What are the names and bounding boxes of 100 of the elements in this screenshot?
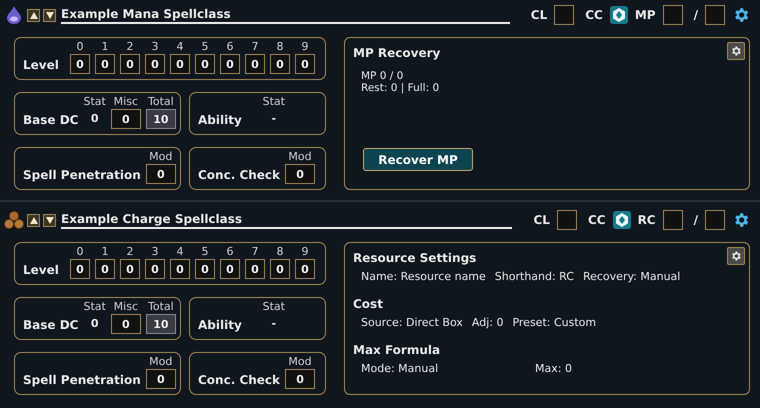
column-header: 0 bbox=[76, 40, 84, 53]
resource-current-field[interactable] bbox=[662, 5, 683, 25]
level-field[interactable]: 0 bbox=[295, 259, 315, 279]
setting-text: Name: Resource name bbox=[361, 270, 486, 283]
recover-button[interactable]: Recover MP bbox=[363, 148, 473, 171]
group-title: Max Formula bbox=[353, 343, 440, 357]
card-label: Level bbox=[23, 263, 59, 279]
column-header: Stat bbox=[262, 300, 285, 313]
level-field[interactable]: 0 bbox=[145, 259, 165, 279]
resource-current-field[interactable] bbox=[662, 210, 683, 230]
card-label: Base DC bbox=[23, 318, 78, 334]
column-header: 8 bbox=[276, 40, 284, 53]
cl-field[interactable] bbox=[556, 210, 577, 230]
card-label: Spell Penetration bbox=[23, 168, 141, 184]
level-field[interactable]: 0 bbox=[270, 54, 290, 74]
column-header: Misc bbox=[114, 95, 138, 108]
move-up-button[interactable] bbox=[27, 214, 40, 226]
stat-value: 0 bbox=[90, 316, 100, 332]
column-header: 6 bbox=[226, 40, 234, 53]
card-label: Base DC bbox=[23, 113, 78, 129]
card-label: Spell Penetration bbox=[23, 373, 141, 389]
mod-field[interactable]: 0 bbox=[146, 164, 176, 184]
column-header: 6 bbox=[226, 245, 234, 258]
cc-label: CC bbox=[585, 8, 603, 22]
group-title: Cost bbox=[353, 297, 383, 311]
card-label: Ability bbox=[198, 318, 242, 334]
level-field[interactable]: 0 bbox=[170, 259, 190, 279]
column-header: Mod bbox=[288, 355, 312, 368]
move-up-button[interactable] bbox=[27, 8, 40, 22]
column-header: 0 bbox=[76, 245, 84, 258]
column-header: 3 bbox=[152, 40, 158, 53]
level-field[interactable]: 0 bbox=[120, 54, 140, 74]
level-field[interactable]: 0 bbox=[220, 54, 240, 74]
column-header: Total bbox=[148, 300, 174, 313]
class-title[interactable]: Example Mana Spellclass bbox=[61, 6, 510, 24]
total-field[interactable]: 10 bbox=[146, 109, 176, 129]
column-header: Total bbox=[148, 95, 174, 108]
level-field[interactable]: 0 bbox=[220, 259, 240, 279]
down-triangle-icon[interactable] bbox=[46, 12, 54, 18]
level-field[interactable]: 0 bbox=[70, 259, 90, 279]
column-header: Stat bbox=[83, 95, 106, 108]
level-field[interactable]: 0 bbox=[120, 259, 140, 279]
column-header: Stat bbox=[83, 300, 106, 313]
setting-text: Shorthand: RC bbox=[494, 270, 574, 283]
level-field[interactable]: 0 bbox=[195, 54, 215, 74]
level-field[interactable]: 0 bbox=[95, 54, 115, 74]
settings-icon bbox=[730, 250, 742, 262]
drop-icon bbox=[4, 5, 24, 25]
level-field[interactable]: 0 bbox=[195, 259, 215, 279]
resource-max-field[interactable] bbox=[705, 5, 725, 25]
column-header: 4 bbox=[176, 245, 184, 258]
cl-label: CL bbox=[530, 8, 548, 22]
setting-text: Adj: 0 bbox=[472, 316, 504, 329]
level-field[interactable]: 0 bbox=[295, 54, 315, 74]
column-header: Mod bbox=[288, 150, 312, 163]
card-label: Ability bbox=[198, 113, 242, 129]
level-field[interactable]: 0 bbox=[245, 259, 265, 279]
mod-field[interactable]: 0 bbox=[285, 164, 316, 184]
column-header: Mod bbox=[149, 150, 172, 163]
setting-text: Preset: Custom bbox=[512, 316, 596, 329]
cl-field[interactable] bbox=[554, 5, 574, 25]
misc-field[interactable]: 0 bbox=[110, 109, 141, 129]
mod-field[interactable]: 0 bbox=[146, 369, 176, 389]
column-header: 7 bbox=[252, 40, 258, 53]
class-title[interactable]: Example Charge Spellclass bbox=[61, 212, 512, 228]
settings-button[interactable] bbox=[727, 247, 745, 265]
column-header: 3 bbox=[152, 245, 158, 258]
group-title: Resource Settings bbox=[353, 251, 476, 265]
level-field[interactable]: 0 bbox=[270, 259, 290, 279]
settings-button[interactable] bbox=[727, 42, 745, 60]
coins-icon bbox=[4, 210, 24, 230]
card-label: Conc. Check bbox=[198, 373, 280, 389]
setting-text: Source: Direct Box bbox=[361, 316, 463, 329]
level-field[interactable]: 0 bbox=[95, 259, 115, 279]
down-triangle-icon[interactable] bbox=[46, 216, 54, 224]
resource-max-field[interactable] bbox=[705, 210, 725, 230]
column-header: 7 bbox=[252, 245, 258, 258]
up-triangle-icon[interactable] bbox=[30, 12, 38, 18]
level-field[interactable]: 0 bbox=[70, 54, 90, 74]
mod-field[interactable]: 0 bbox=[285, 369, 316, 389]
cl-label: CL bbox=[533, 213, 550, 227]
card-label: Conc. Check bbox=[198, 168, 280, 184]
level-field[interactable]: 0 bbox=[145, 54, 165, 74]
misc-field[interactable]: 0 bbox=[110, 314, 141, 334]
cc-label: CC bbox=[588, 213, 606, 227]
move-down-button[interactable] bbox=[43, 214, 56, 226]
setting-text: Max: 0 bbox=[535, 362, 572, 375]
level-field[interactable]: 0 bbox=[245, 54, 265, 74]
total-field[interactable]: 10 bbox=[146, 314, 176, 334]
panel-title: MP Recovery bbox=[353, 46, 440, 60]
column-header: 1 bbox=[102, 40, 108, 53]
stat-value: 0 bbox=[90, 111, 100, 127]
move-down-button[interactable] bbox=[43, 8, 56, 22]
setting-text: Mode: Manual bbox=[361, 362, 440, 375]
column-header: 9 bbox=[302, 245, 308, 258]
stat-value: - bbox=[270, 316, 278, 332]
level-field[interactable]: 0 bbox=[170, 54, 190, 74]
column-header: 5 bbox=[202, 40, 208, 53]
up-triangle-icon[interactable] bbox=[30, 216, 38, 224]
separator-text: / bbox=[694, 8, 698, 22]
